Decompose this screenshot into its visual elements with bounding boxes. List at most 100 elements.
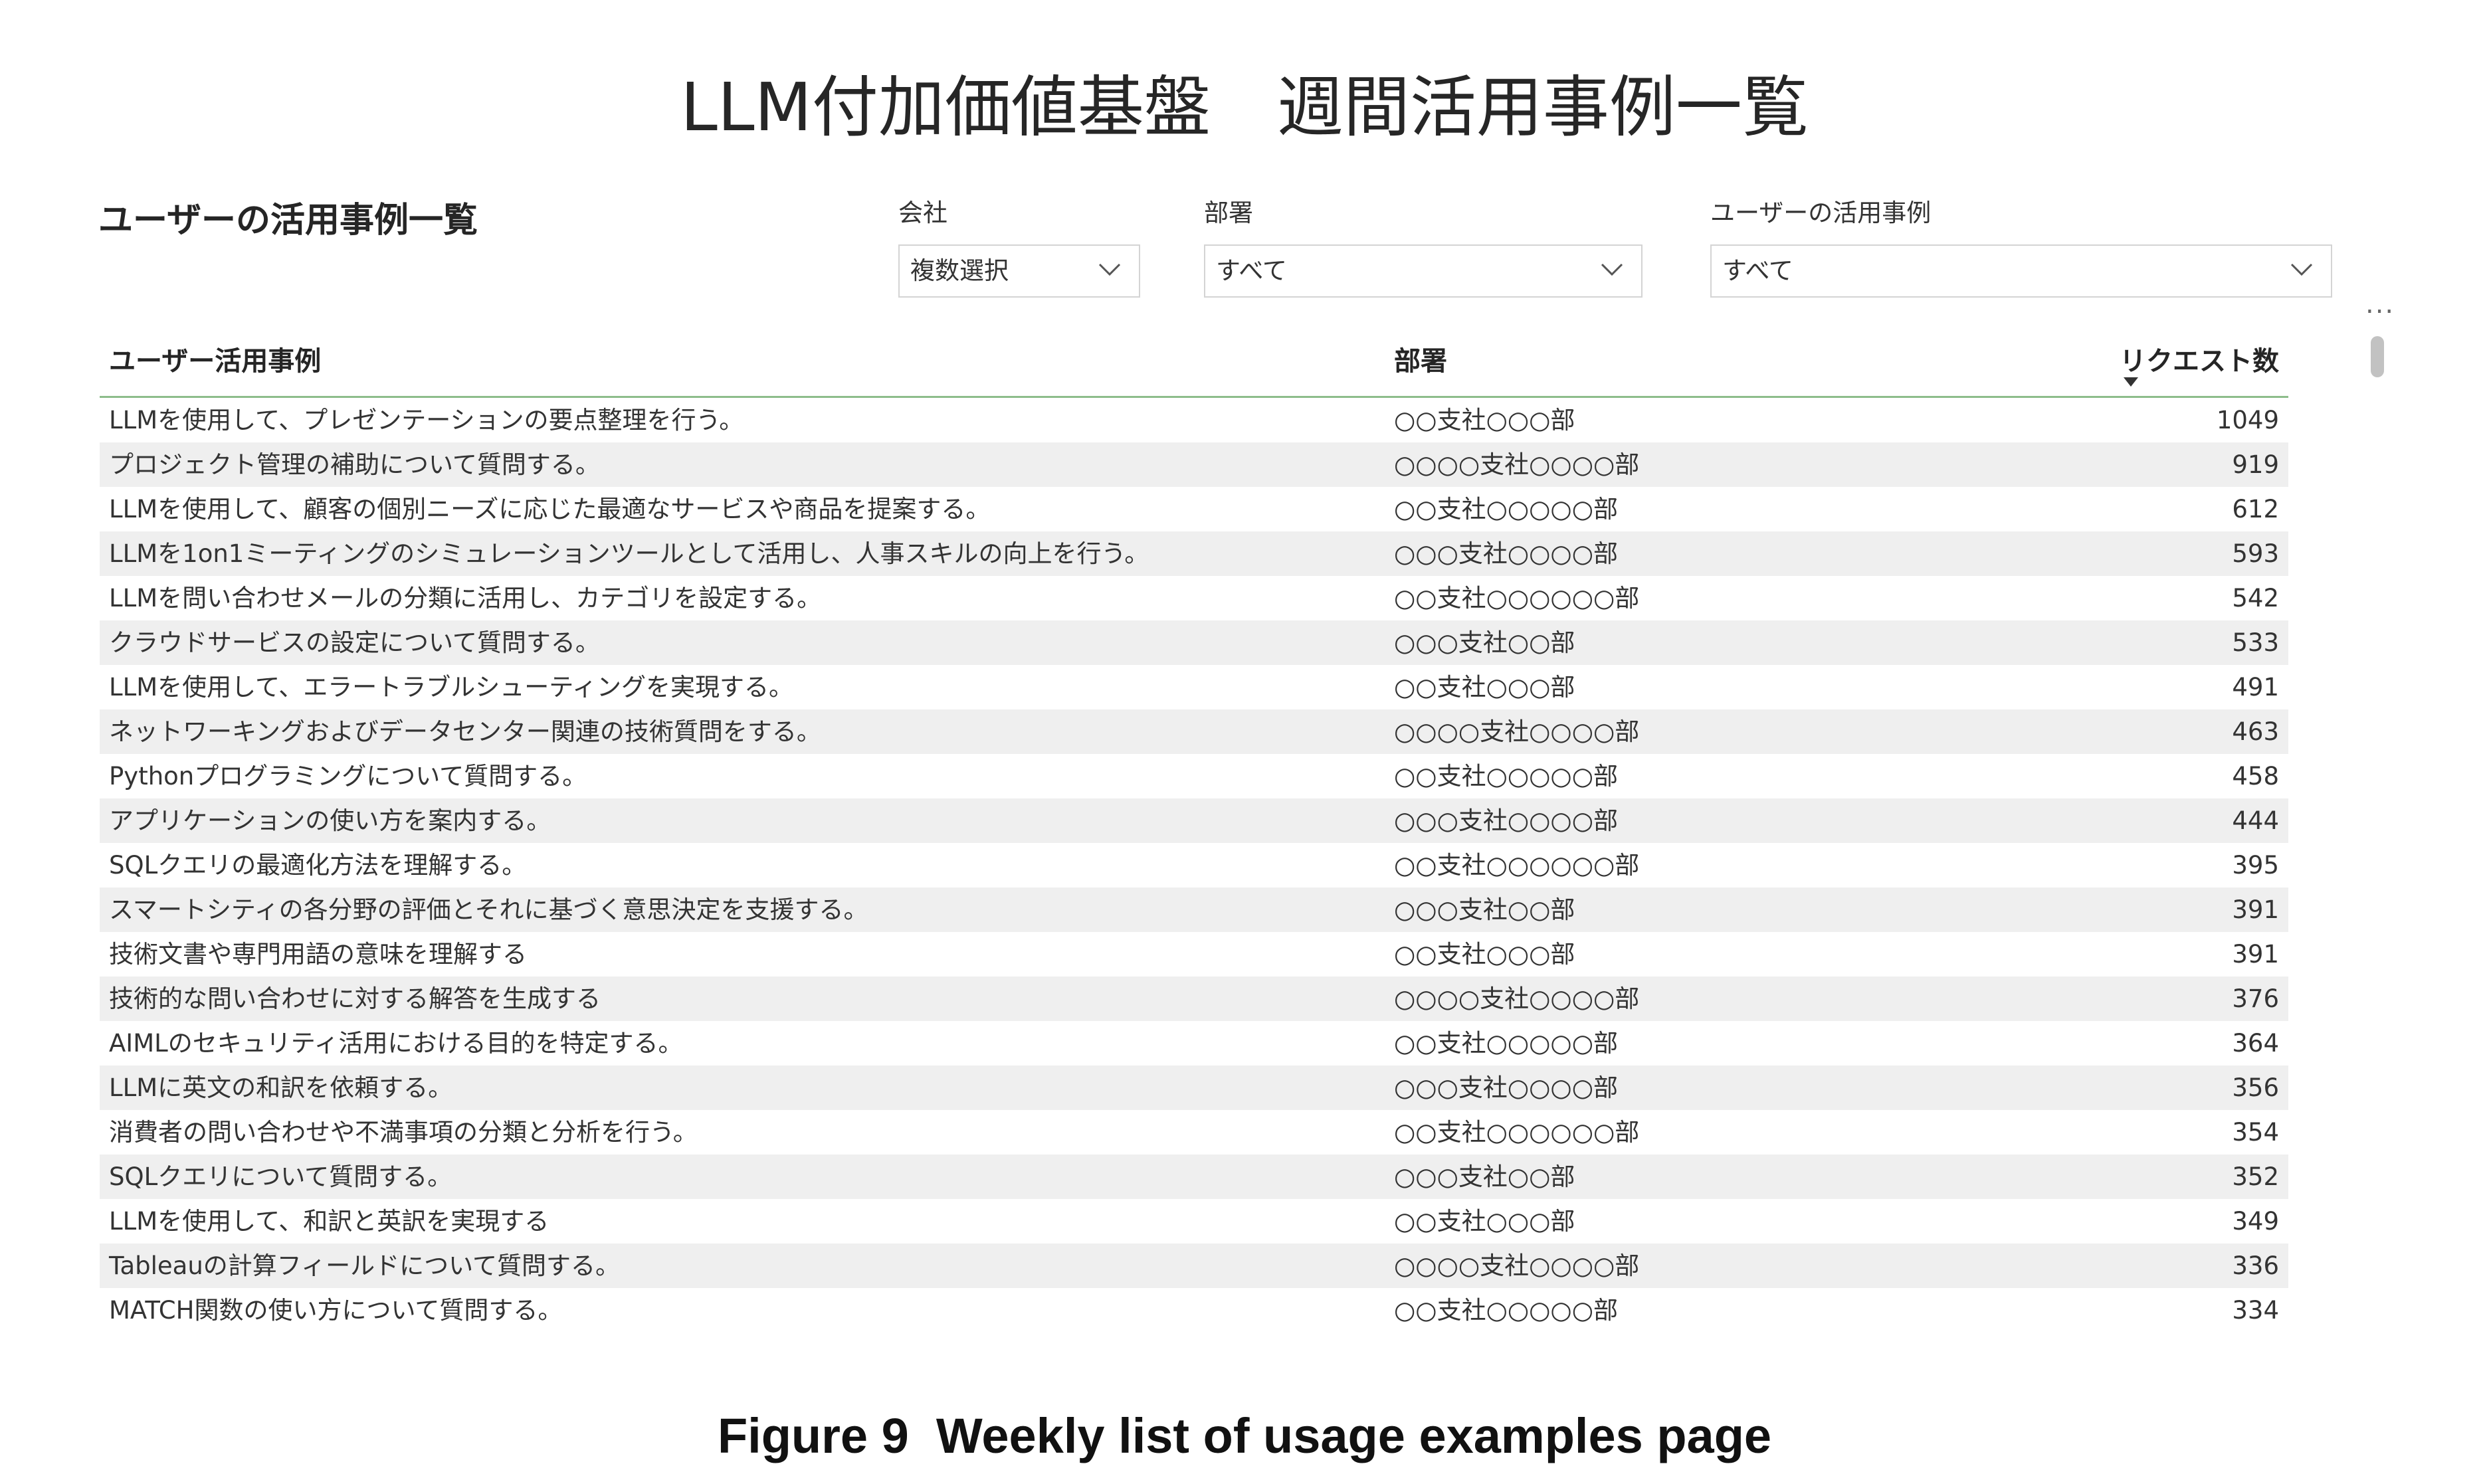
usecase-dropdown-value: すべて bbox=[1722, 256, 1793, 285]
cell-usecase: 技術文書や専門用語の意味を理解する bbox=[109, 940, 527, 969]
table-row[interactable]: MATCH関数の使い方について質問する。 ○○支社○○○○○部 334 bbox=[100, 1288, 2288, 1333]
cell-department: ○○○支社○○部 bbox=[1394, 1162, 1575, 1191]
cell-requests: 352 bbox=[2232, 1162, 2279, 1191]
table-row[interactable]: SQLクエリの最適化方法を理解する。 ○○支社○○○○○○部 395 bbox=[100, 843, 2288, 887]
usecase-dropdown[interactable]: すべて bbox=[1710, 244, 2332, 298]
page-title: LLM付加価値基盤 週間活用事例一覧 bbox=[680, 68, 1809, 146]
table-scrollbar[interactable] bbox=[2371, 336, 2384, 377]
table-row[interactable]: LLMを問い合わせメールの分類に活用し、カテゴリを設定する。 ○○支社○○○○○○… bbox=[100, 576, 2288, 620]
table-row[interactable]: アプリケーションの使い方を案内する。 ○○○支社○○○○部 444 bbox=[100, 798, 2288, 843]
cell-usecase: 消費者の問い合わせや不満事項の分類と分析を行う。 bbox=[109, 1118, 698, 1147]
cell-usecase: プロジェクト管理の補助について質問する。 bbox=[109, 450, 600, 479]
more-options-icon[interactable]: ... bbox=[2365, 291, 2395, 318]
cell-requests: 354 bbox=[2232, 1118, 2279, 1147]
table-row[interactable]: クラウドサービスの設定について質問する。 ○○○支社○○部 533 bbox=[100, 620, 2288, 665]
cell-usecase: クラウドサービスの設定について質問する。 bbox=[109, 628, 600, 657]
table-row[interactable]: LLMを1on1ミーティングのシミュレーションツールとして活用し、人事スキルの向… bbox=[100, 531, 2288, 576]
department-filter: 部署 すべて bbox=[1204, 197, 1643, 298]
section-title: ユーザーの活用事例一覧 bbox=[98, 201, 478, 240]
cell-usecase: Pythonプログラミングについて質問する。 bbox=[109, 762, 587, 790]
cell-department: ○○支社○○○○○部 bbox=[1394, 1296, 1618, 1325]
cell-department: ○○○○支社○○○○部 bbox=[1394, 450, 1640, 479]
cell-requests: 444 bbox=[2232, 806, 2279, 835]
company-dropdown-value: 複数選択 bbox=[910, 256, 1009, 285]
cell-department: ○○支社○○○○○部 bbox=[1394, 1029, 1618, 1058]
sort-descending-icon[interactable] bbox=[2124, 377, 2138, 387]
cell-requests: 593 bbox=[2232, 539, 2279, 568]
cell-usecase: スマートシティの各分野の評価とそれに基づく意思決定を支援する。 bbox=[109, 895, 868, 924]
table-row[interactable]: Pythonプログラミングについて質問する。 ○○支社○○○○○部 458 bbox=[100, 754, 2288, 798]
cell-usecase: アプリケーションの使い方を案内する。 bbox=[109, 806, 551, 835]
cell-requests: 391 bbox=[2232, 895, 2279, 924]
cell-department: ○○○支社○○○○部 bbox=[1394, 1073, 1618, 1102]
usecase-filter-label: ユーザーの活用事例 bbox=[1710, 199, 1932, 227]
department-dropdown[interactable]: すべて bbox=[1204, 244, 1643, 298]
cell-requests: 356 bbox=[2232, 1073, 2279, 1102]
cell-usecase: MATCH関数の使い方について質問する。 bbox=[109, 1296, 563, 1325]
cell-department: ○○○○支社○○○○部 bbox=[1394, 1252, 1640, 1280]
cell-department: ○○○○支社○○○○部 bbox=[1394, 717, 1640, 746]
cell-usecase: LLMを1on1ミーティングのシミュレーションツールとして活用し、人事スキルの向… bbox=[109, 539, 1149, 568]
header-department[interactable]: 部署 bbox=[1394, 343, 1447, 380]
cell-requests: 391 bbox=[2232, 940, 2279, 969]
cell-department: ○○支社○○○○○部 bbox=[1394, 495, 1618, 523]
table-row[interactable]: AIMLのセキュリティ活用における目的を特定する。 ○○支社○○○○○部 364 bbox=[100, 1021, 2288, 1066]
cell-usecase: LLMを使用して、和訳と英訳を実現する bbox=[109, 1207, 549, 1236]
cell-requests: 533 bbox=[2232, 628, 2279, 657]
cell-requests: 376 bbox=[2232, 984, 2279, 1013]
cell-usecase: LLMに英文の和訳を依頼する。 bbox=[109, 1073, 453, 1102]
table-row[interactable]: LLMを使用して、和訳と英訳を実現する ○○支社○○○部 349 bbox=[100, 1199, 2288, 1244]
cell-requests: 336 bbox=[2232, 1252, 2279, 1280]
cell-usecase: 技術的な問い合わせに対する解答を生成する bbox=[109, 984, 601, 1013]
company-filter: 会社 複数選択 bbox=[898, 197, 1140, 298]
table-row[interactable]: プロジェクト管理の補助について質問する。 ○○○○支社○○○○部 919 bbox=[100, 442, 2288, 487]
table-row[interactable]: LLMに英文の和訳を依頼する。 ○○○支社○○○○部 356 bbox=[100, 1066, 2288, 1110]
table-row[interactable]: 技術文書や専門用語の意味を理解する ○○支社○○○部 391 bbox=[100, 932, 2288, 976]
usecase-filter: ユーザーの活用事例 すべて bbox=[1710, 197, 2332, 298]
chevron-down-icon bbox=[1098, 263, 1121, 276]
cell-usecase: ネットワーキングおよびデータセンター関連の技術質問をする。 bbox=[109, 717, 821, 746]
cell-requests: 364 bbox=[2232, 1029, 2279, 1058]
cell-requests: 491 bbox=[2232, 673, 2279, 701]
cell-requests: 395 bbox=[2232, 851, 2279, 880]
table-row[interactable]: ネットワーキングおよびデータセンター関連の技術質問をする。 ○○○○支社○○○○部… bbox=[100, 709, 2288, 754]
cell-department: ○○支社○○○部 bbox=[1394, 673, 1575, 701]
table-row[interactable]: スマートシティの各分野の評価とそれに基づく意思決定を支援する。 ○○○支社○○部 3… bbox=[100, 887, 2288, 932]
cell-department: ○○支社○○○○○部 bbox=[1394, 762, 1618, 790]
usecase-table: ユーザー活用事例 部署 リクエスト数 LLMを使用して、プレゼンテーションの要点… bbox=[100, 329, 2288, 1333]
table-row[interactable]: Tableauの計算フィールドについて質問する。 ○○○○支社○○○○部 336 bbox=[100, 1244, 2288, 1288]
department-dropdown-value: すべて bbox=[1216, 256, 1287, 285]
table-row[interactable]: SQLクエリについて質問する。 ○○○支社○○部 352 bbox=[100, 1155, 2288, 1199]
cell-requests: 542 bbox=[2232, 584, 2279, 612]
header-requests[interactable]: リクエスト数 bbox=[2120, 343, 2279, 380]
company-dropdown[interactable]: 複数選択 bbox=[898, 244, 1140, 298]
cell-usecase: SQLクエリについて質問する。 bbox=[109, 1162, 452, 1191]
cell-usecase: SQLクエリの最適化方法を理解する。 bbox=[109, 851, 527, 880]
cell-department: ○○○○支社○○○○部 bbox=[1394, 984, 1640, 1013]
table-body: LLMを使用して、プレゼンテーションの要点整理を行う。 ○○支社○○○部 1049 プ… bbox=[100, 398, 2288, 1333]
cell-department: ○○支社○○○○○○部 bbox=[1394, 1118, 1640, 1147]
cell-requests: 919 bbox=[2232, 450, 2279, 479]
cell-usecase: LLMを問い合わせメールの分類に活用し、カテゴリを設定する。 bbox=[109, 584, 822, 612]
cell-requests: 349 bbox=[2232, 1207, 2279, 1236]
header-usecase[interactable]: ユーザー活用事例 bbox=[109, 343, 321, 380]
cell-requests: 612 bbox=[2232, 495, 2279, 523]
cell-requests: 463 bbox=[2232, 717, 2279, 746]
table-row[interactable]: LLMを使用して、エラートラブルシューティングを実現する。 ○○支社○○○部 491 bbox=[100, 665, 2288, 709]
cell-usecase: LLMを使用して、エラートラブルシューティングを実現する。 bbox=[109, 673, 793, 701]
table-row[interactable]: 技術的な問い合わせに対する解答を生成する ○○○○支社○○○○部 376 bbox=[100, 976, 2288, 1021]
company-filter-label: 会社 bbox=[898, 199, 947, 227]
cell-usecase: AIMLのセキュリティ活用における目的を特定する。 bbox=[109, 1029, 683, 1058]
table-row[interactable]: LLMを使用して、顧客の個別ニーズに応じた最適なサービスや商品を提案する。 ○○支… bbox=[100, 487, 2288, 531]
cell-usecase: LLMを使用して、プレゼンテーションの要点整理を行う。 bbox=[109, 406, 744, 434]
table-row[interactable]: 消費者の問い合わせや不満事項の分類と分析を行う。 ○○支社○○○○○○部 354 bbox=[100, 1110, 2288, 1155]
cell-department: ○○支社○○○○○○部 bbox=[1394, 851, 1640, 880]
cell-requests: 334 bbox=[2232, 1296, 2279, 1325]
figure-caption: Figure 9 Weekly list of usage examples p… bbox=[717, 1408, 1772, 1463]
cell-department: ○○支社○○○部 bbox=[1394, 1207, 1575, 1236]
chevron-down-icon bbox=[2290, 263, 2313, 276]
cell-department: ○○支社○○○部 bbox=[1394, 940, 1575, 969]
cell-department: ○○○支社○○部 bbox=[1394, 628, 1575, 657]
table-row[interactable]: LLMを使用して、プレゼンテーションの要点整理を行う。 ○○支社○○○部 1049 bbox=[100, 398, 2288, 442]
chevron-down-icon bbox=[1601, 263, 1623, 276]
